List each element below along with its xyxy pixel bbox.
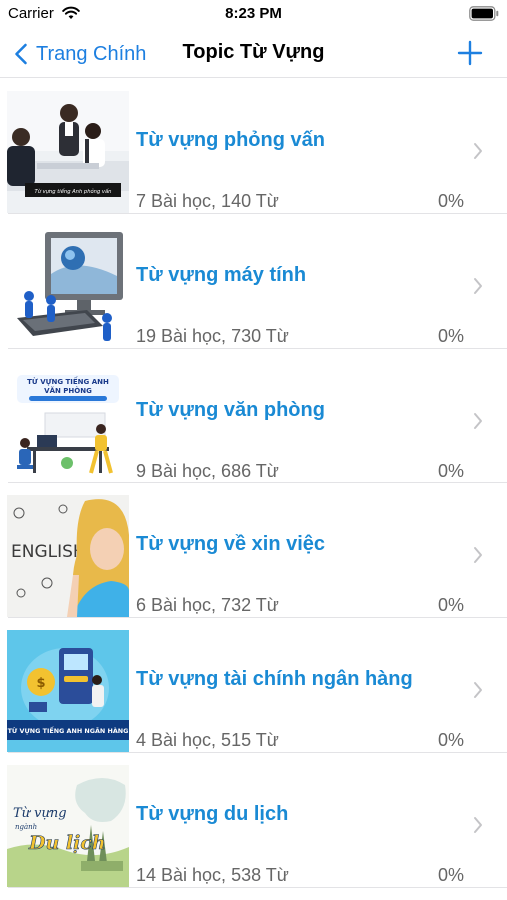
thumbnail-caption: TỪ VỰNG TIẾNG ANH bbox=[27, 376, 109, 386]
topic-progress: 0% bbox=[437, 730, 464, 751]
topic-progress: 0% bbox=[437, 595, 464, 616]
topic-row-banking[interactable]: $ TỪ VỰNG TIẾNG ANH NGÂN HÀNG Từ vựng tà… bbox=[0, 618, 507, 753]
office-illustration-icon: TỪ VỰNG TIẾNG ANH VĂN PHÒNG bbox=[7, 360, 129, 483]
topic-thumbnail bbox=[7, 225, 129, 348]
thumbnail-caption: TỪ VỰNG TIẾNG ANH NGÂN HÀNG bbox=[8, 725, 129, 735]
thumbnail-caption: Du lịch bbox=[28, 832, 106, 854]
thumbnail-caption: ngành bbox=[15, 823, 37, 831]
chevron-right-icon bbox=[474, 816, 482, 833]
interview-photo-icon: Từ vựng tiếng Anh phỏng vấn bbox=[7, 91, 129, 213]
topic-title: Từ vựng du lịch bbox=[136, 802, 289, 825]
topic-thumbnail: ENGLISH bbox=[7, 495, 129, 618]
topic-progress: 0% bbox=[437, 191, 464, 211]
topic-title: Từ vựng phỏng vấn bbox=[136, 129, 325, 151]
thumbnail-caption: ENGLISH bbox=[11, 542, 86, 562]
row-separator bbox=[8, 886, 507, 888]
chevron-left-icon bbox=[15, 43, 27, 65]
status-bar: Carrier 8:23 PM bbox=[0, 0, 507, 30]
topic-lesson-count: 9 Bài học, 686 Từ bbox=[136, 460, 279, 481]
topic-title: Từ vựng văn phòng bbox=[136, 398, 325, 421]
chevron-right-icon bbox=[474, 412, 482, 429]
chevron-right-icon bbox=[474, 143, 482, 159]
topic-lesson-count: 19 Bài học, 730 Từ bbox=[136, 325, 289, 346]
svg-text:$: $ bbox=[36, 676, 45, 691]
topic-lesson-count: 7 Bài học, 140 Từ bbox=[136, 191, 279, 211]
topic-title: Từ vựng tài chính ngân hàng bbox=[136, 668, 413, 691]
topic-title: Từ vựng máy tính bbox=[136, 263, 307, 286]
chevron-right-icon bbox=[474, 547, 482, 564]
topic-thumbnail: Từ vựng tiếng Anh phỏng vấn bbox=[7, 91, 129, 213]
topic-thumbnail: Từ vựng ngành Du lịch bbox=[7, 764, 129, 887]
topic-lesson-count: 6 Bài học, 732 Từ bbox=[136, 595, 279, 616]
topic-row-interview[interactable]: Từ vựng tiếng Anh phỏng vấn Từ vựng phỏn… bbox=[0, 79, 507, 214]
computer-figures-image-icon bbox=[7, 225, 129, 348]
topic-list: Từ vựng tiếng Anh phỏng vấn Từ vựng phỏn… bbox=[0, 79, 507, 888]
english-girl-photo-icon: ENGLISH bbox=[7, 495, 129, 618]
topic-lesson-count: 4 Bài học, 515 Từ bbox=[136, 730, 279, 751]
travel-image-icon: Từ vựng ngành Du lịch bbox=[7, 764, 129, 887]
topic-thumbnail: TỪ VỰNG TIẾNG ANH VĂN PHÒNG bbox=[7, 360, 129, 483]
chevron-right-icon bbox=[474, 277, 482, 294]
add-icon[interactable] bbox=[457, 40, 483, 66]
topic-progress: 0% bbox=[437, 325, 464, 346]
thumbnail-caption: VĂN PHÒNG bbox=[44, 386, 92, 395]
battery-icon bbox=[469, 6, 499, 21]
thumbnail-caption: Từ vựng bbox=[13, 806, 67, 821]
banking-illustration-icon: $ TỪ VỰNG TIẾNG ANH NGÂN HÀNG bbox=[7, 630, 129, 753]
topic-row-computer[interactable]: Từ vựng máy tính 19 Bài học, 730 Từ 0% bbox=[0, 214, 507, 349]
topic-progress: 0% bbox=[437, 460, 464, 481]
topic-progress: 0% bbox=[437, 864, 464, 885]
topic-title: Từ vựng về xin việc bbox=[136, 533, 326, 556]
topic-row-office[interactable]: TỪ VỰNG TIẾNG ANH VĂN PHÒNG Từ vựng văn … bbox=[0, 349, 507, 484]
topic-lesson-count: 14 Bài học, 538 Từ bbox=[136, 864, 289, 885]
topic-row-job-application[interactable]: ENGLISH Từ vựng về xin việc 6 Bài học, 7… bbox=[0, 483, 507, 619]
clock-label: 8:23 PM bbox=[225, 5, 282, 22]
topic-thumbnail: $ TỪ VỰNG TIẾNG ANH NGÂN HÀNG bbox=[7, 630, 129, 753]
back-button[interactable]: Trang Chính bbox=[14, 39, 146, 69]
back-button-label: Trang Chính bbox=[36, 42, 147, 65]
chevron-right-icon bbox=[474, 682, 482, 699]
navigation-bar: Trang Chính Topic Từ Vựng bbox=[0, 30, 507, 78]
topic-row-travel[interactable]: Từ vựng ngành Du lịch Từ vựng du lịch 14… bbox=[0, 753, 507, 888]
thumbnail-caption: Từ vựng tiếng Anh phỏng vấn bbox=[35, 188, 112, 195]
